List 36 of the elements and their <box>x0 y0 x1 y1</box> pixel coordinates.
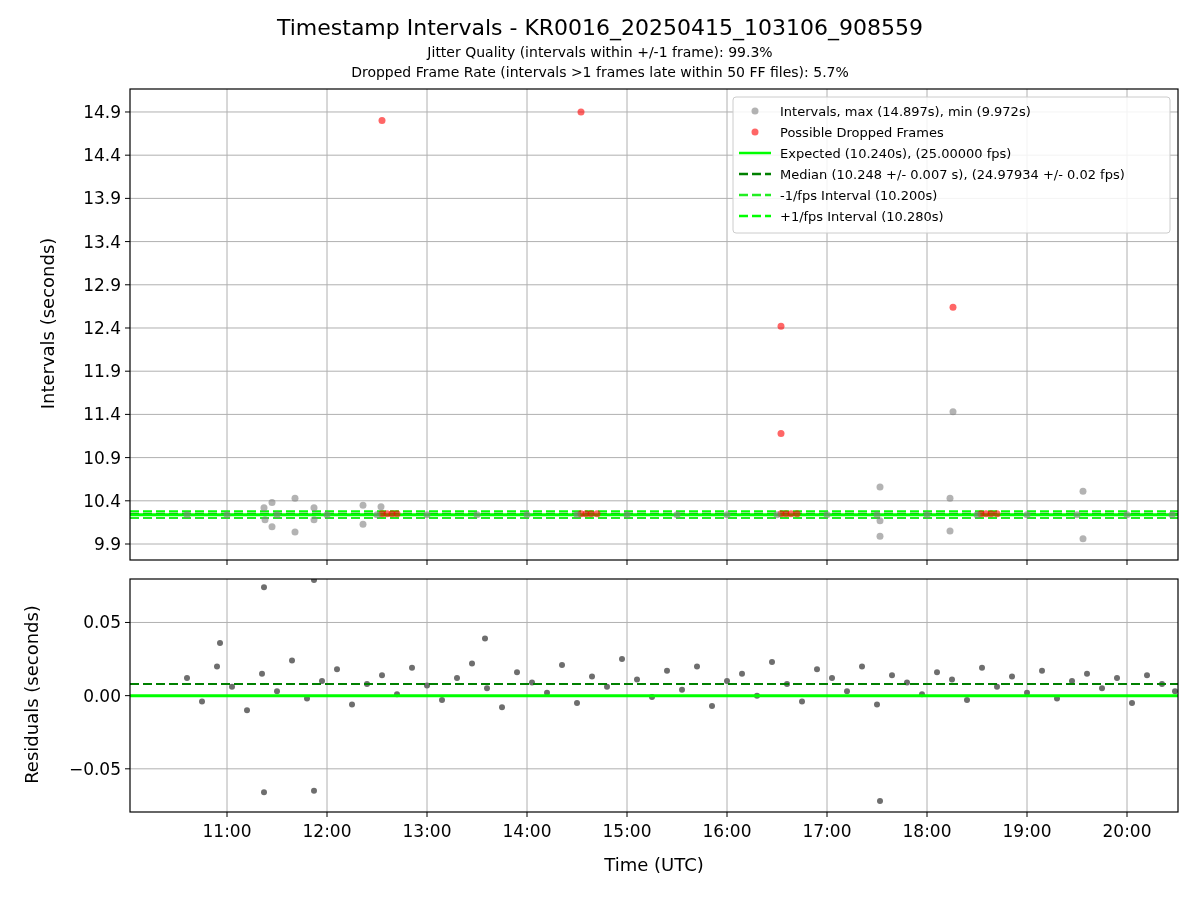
chart-subtitle: Dropped Frame Rate (intervals >1 frames late within 50 FF files): 5.7% <box>351 63 849 82</box>
x-tick-label: 19:00 <box>1002 821 1052 841</box>
y-tick-label: 14.4 <box>83 145 121 166</box>
y-tick-label: 10.9 <box>83 447 121 468</box>
chart-subtitle: Jitter Quality (intervals within +/-1 frame): 99.3% <box>427 43 773 62</box>
y-tick-label: 0.00 <box>83 685 121 706</box>
legend-label: +1/fps Interval (10.280s) <box>780 208 944 224</box>
x-axis-label: Time (UTC) <box>604 854 704 875</box>
y-tick-label: 13.9 <box>83 188 121 209</box>
y-tick-label: 9.9 <box>93 534 121 554</box>
legend-label: Intervals, max (14.897s), min (9.972s) <box>780 103 1031 119</box>
x-tick-label: 13:00 <box>402 821 452 841</box>
x-tick-label: 11:00 <box>202 821 252 841</box>
x-tick-label: 17:00 <box>802 821 852 841</box>
y-tick-label: 12.9 <box>83 274 121 295</box>
x-tick-label: 15:00 <box>602 821 652 841</box>
chart-title: Timestamp Intervals - KR0016_20250415_103106_908559 <box>276 14 924 42</box>
y-tick-label: 14.9 <box>83 102 121 122</box>
y-tick-label: 0.05 <box>83 612 121 633</box>
y-tick-label: 13.4 <box>83 231 121 252</box>
legend-label: Possible Dropped Frames <box>780 124 944 140</box>
legend-label: Expected (10.240s), (25.00000 fps) <box>780 145 1012 161</box>
legend-label: -1/fps Interval (10.200s) <box>780 187 938 203</box>
y-tick-label: 10.4 <box>83 490 121 511</box>
y-tick-label: 12.4 <box>83 318 121 338</box>
x-tick-label: 16:00 <box>702 821 752 841</box>
x-tick-label: 20:00 <box>1102 821 1152 841</box>
y-axis-label: Intervals (seconds) <box>37 237 58 410</box>
x-tick-label: 12:00 <box>302 821 352 841</box>
legend-label: Median (10.248 +/- 0.007 s), (24.97934 +/- 0.02 fps) <box>780 166 1125 182</box>
y-tick-label: 11.4 <box>83 404 121 425</box>
x-tick-label: 18:00 <box>902 821 952 841</box>
y-tick-label: −0.05 <box>68 758 121 779</box>
y-axis-label: Residuals (seconds) <box>21 605 42 784</box>
x-tick-label: 14:00 <box>502 821 552 841</box>
y-tick-label: 11.9 <box>83 361 121 382</box>
